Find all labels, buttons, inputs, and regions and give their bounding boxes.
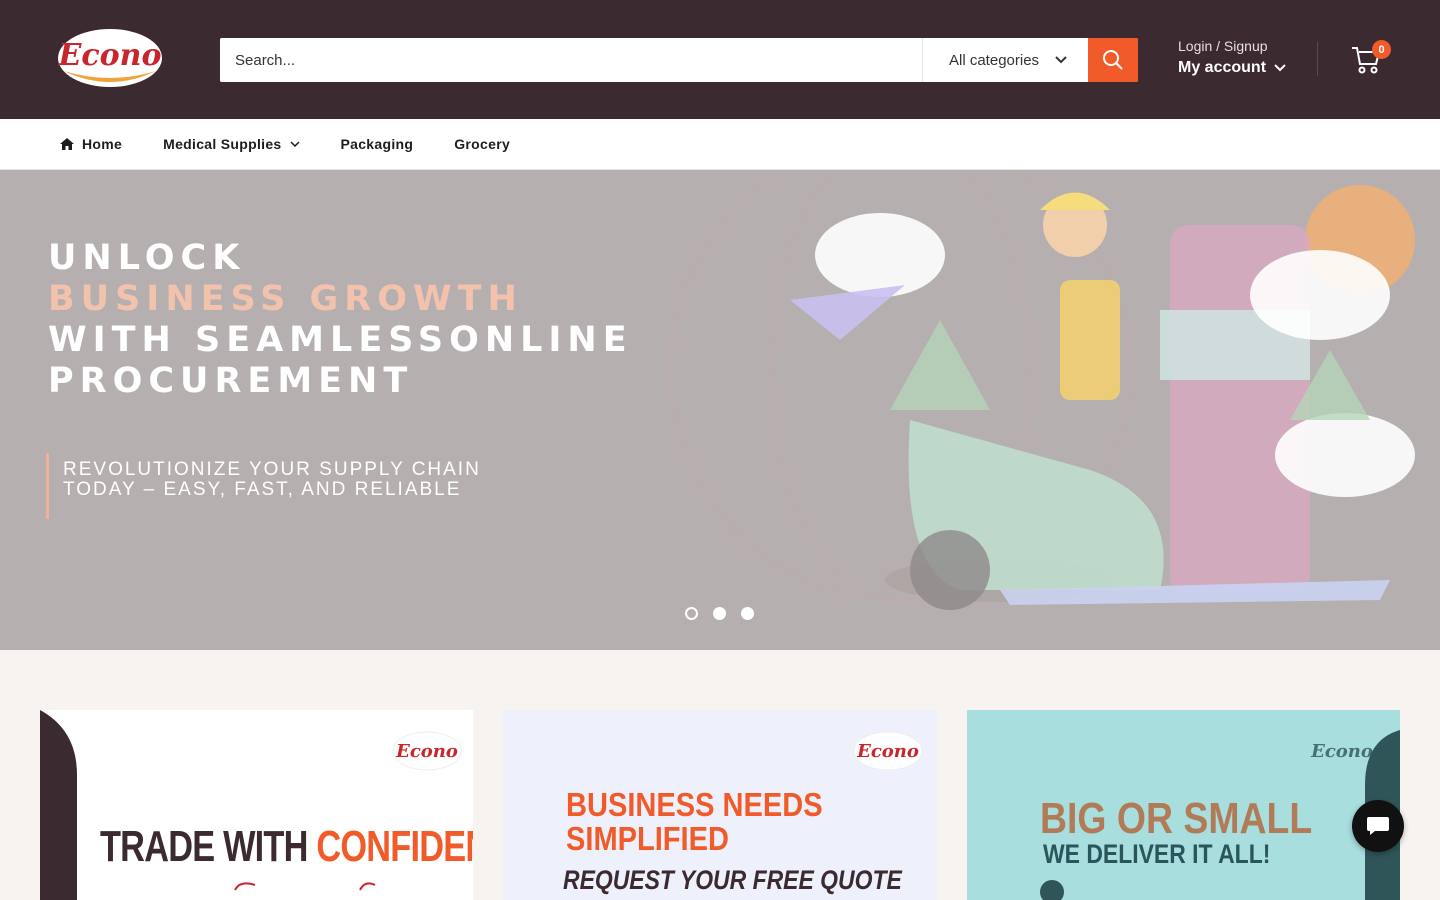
- nav-item-label: Medical Supplies: [163, 136, 282, 152]
- search-bar: All categories: [220, 38, 1138, 82]
- card-title: BUSINESS NEEDS SIMPLIFIED: [566, 788, 823, 856]
- promo-card-quote[interactable]: Econo BUSINESS NEEDS SIMPLIFIED REQUEST …: [503, 710, 937, 900]
- nav-item-medical-supplies[interactable]: Medical Supplies: [163, 136, 300, 152]
- hero-title: UNLOCK BUSINESS GROWTH WITH SEAMLESSONLI…: [48, 238, 633, 402]
- logo-text: Econo: [58, 38, 162, 73]
- card-subtitle: REQUEST YOUR FREE QUOTE: [563, 865, 902, 895]
- hero-title-line: WITH SEAMLESSONLINE: [48, 320, 633, 360]
- econo-logo[interactable]: Econo: [56, 27, 164, 91]
- my-account-dropdown[interactable]: My account: [1178, 59, 1286, 77]
- promo-card-delivery[interactable]: Econo BIG OR SMALL WE DELIVER IT ALL!: [967, 710, 1400, 900]
- nav-item-grocery[interactable]: Grocery: [454, 136, 510, 152]
- slider-dot-1[interactable]: [685, 607, 698, 620]
- logo-text: Econo: [856, 741, 919, 762]
- cart-count-badge: 0: [1372, 40, 1391, 59]
- category-selected-label: All categories: [949, 51, 1040, 69]
- category-select[interactable]: All categories: [922, 38, 1088, 82]
- card-title: BIG OR SMALL: [1040, 794, 1313, 843]
- hero-subtitle-line: REVOLUTIONIZE YOUR SUPPLY CHAIN: [63, 459, 481, 480]
- hero-title-accent: BUSINESS GROWTH: [48, 279, 523, 319]
- header-divider: [1317, 42, 1318, 76]
- econo-logo: Econo: [853, 731, 923, 771]
- chat-widget-button[interactable]: [1352, 800, 1404, 852]
- site-header: Econo All categories Login / Signup My a…: [0, 0, 1440, 119]
- logo-text: Econo: [1310, 741, 1373, 762]
- login-signup-link[interactable]: Login / Signup: [1178, 38, 1286, 54]
- slider-dot-3[interactable]: [741, 607, 754, 620]
- card-title-line: BUSINESS NEEDS: [566, 786, 823, 823]
- slider-dots: [685, 607, 754, 620]
- hero-subtitle: REVOLUTIONIZE YOUR SUPPLY CHAIN TODAY – …: [46, 453, 481, 519]
- card-subtitle: WE DELIVER IT ALL!: [1043, 839, 1271, 869]
- nav-item-label: Grocery: [454, 136, 511, 152]
- chat-bubble-icon: [1367, 817, 1389, 835]
- home-icon: [60, 138, 74, 150]
- econo-logo: Econo: [1310, 741, 1373, 762]
- chevron-down-icon: [1274, 64, 1286, 72]
- card-title-dark: TRADE WITH: [100, 822, 317, 871]
- search-input[interactable]: [220, 38, 922, 82]
- nav-item-label: Packaging: [340, 136, 414, 152]
- econo-logo: Econo: [392, 731, 462, 771]
- chevron-down-icon: [289, 141, 300, 147]
- card-title-line: SIMPLIFIED: [566, 820, 729, 857]
- account-menu: Login / Signup My account: [1178, 38, 1286, 77]
- chevron-down-icon: [1055, 56, 1067, 64]
- nav-item-label: Home: [82, 136, 123, 152]
- nav-item-packaging[interactable]: Packaging: [341, 136, 414, 152]
- card-title-accent: CONFIDENCE: [316, 822, 473, 871]
- main-navigation: Home Medical Supplies Packaging Grocery: [0, 119, 1440, 170]
- search-icon: [1103, 50, 1123, 70]
- slider-dot-2[interactable]: [713, 607, 726, 620]
- hero-subtitle-line: TODAY – EASY, FAST, AND RELIABLE: [63, 479, 462, 500]
- promo-card-trade[interactable]: Econo TRADE WITH CONFIDENCE: [40, 710, 473, 900]
- hero-title-line: PROCUREMENT: [48, 361, 414, 401]
- logo-text: Econo: [395, 741, 458, 762]
- search-button[interactable]: [1088, 38, 1138, 82]
- my-account-label: My account: [1178, 59, 1267, 76]
- hero-banner[interactable]: UNLOCK BUSINESS GROWTH WITH SEAMLESSONLI…: [0, 170, 1440, 650]
- promo-cards: Econo TRADE WITH CONFIDENCE Econo BUSINE…: [40, 710, 1400, 900]
- hero-title-line: UNLOCK: [48, 238, 246, 278]
- card-title: TRADE WITH CONFIDENCE: [100, 822, 473, 872]
- nav-item-home[interactable]: Home: [60, 136, 122, 152]
